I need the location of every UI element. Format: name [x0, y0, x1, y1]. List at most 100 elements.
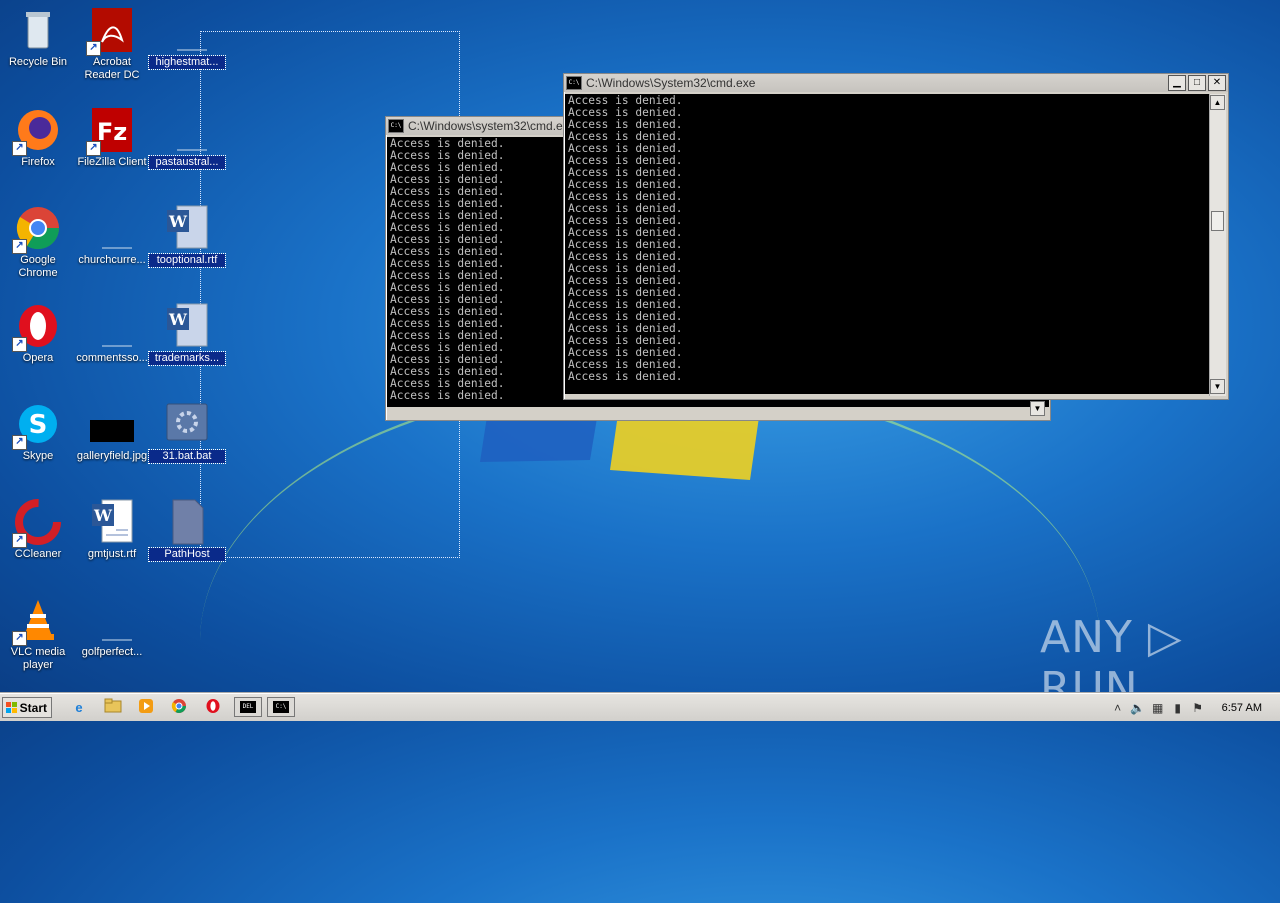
battery-icon[interactable]: ▮: [1168, 701, 1188, 715]
shortcut-arrow-icon: ↗: [12, 337, 27, 352]
volume-icon[interactable]: 🔈: [1128, 701, 1148, 715]
desktop-icon-label: 31.bat.bat: [148, 449, 226, 464]
desktop-icon-label: galleryfield.jpg: [76, 450, 148, 462]
image-thumbnail-icon: [88, 400, 136, 448]
vertical-scrollbar[interactable]: ▲ ▼: [1209, 94, 1226, 396]
start-label: Start: [19, 701, 47, 715]
desktop-icon-trademarks[interactable]: W trademarks...: [148, 302, 226, 366]
firefox-icon: ↗: [12, 106, 62, 156]
blank-file-icon: [163, 106, 211, 154]
shortcut-arrow-icon: ↗: [12, 435, 27, 450]
shortcut-arrow-icon: ↗: [12, 533, 27, 548]
scroll-down-button[interactable]: ▼: [1030, 401, 1045, 416]
windows-flag-icon: [6, 702, 17, 713]
skype-icon: S ↗: [12, 400, 62, 450]
ccleaner-icon: ↗: [12, 498, 62, 548]
filezilla-icon: Fz ↗: [86, 106, 136, 156]
desktop-icon-label: highestmat...: [148, 55, 226, 70]
desktop-icon-label: golfperfect...: [81, 646, 143, 658]
maximize-button[interactable]: □: [1188, 75, 1206, 91]
cmd-icon: C:\: [388, 119, 404, 133]
desktop-icon-firefox[interactable]: ↗ Firefox: [0, 106, 76, 169]
system-tray: ˄ 🔈 ▦ ▮ ⚑ 6:57 AM: [1108, 696, 1280, 719]
scroll-down-button[interactable]: ▼: [1210, 379, 1225, 394]
desktop-icon-chrome[interactable]: ↗ Google Chrome: [0, 204, 76, 280]
desktop-icon-ccleaner[interactable]: ↗ CCleaner: [0, 498, 76, 561]
console-glyph-icon: DEL: [240, 701, 256, 713]
cmd-icon: C:\: [566, 76, 582, 90]
desktop-icon-commentsso[interactable]: commentsso...: [74, 302, 150, 365]
desktop-icon-label: FileZilla Client: [77, 156, 147, 168]
desktop-icon-label: Recycle Bin: [8, 56, 68, 68]
svg-text:W: W: [93, 506, 113, 525]
shortcut-arrow-icon: ↗: [12, 141, 27, 156]
file-icon: [163, 498, 211, 546]
tray-expand-icon[interactable]: ˄: [1108, 701, 1128, 715]
shortcut-arrow-icon: ↗: [12, 631, 27, 646]
action-center-flag-icon[interactable]: ⚑: [1188, 701, 1208, 715]
explorer-icon[interactable]: [102, 698, 124, 717]
window-title: C:\Windows\system32\cmd.exe: [408, 119, 576, 133]
start-button[interactable]: Start: [2, 697, 52, 718]
desktop-icon-label: commentsso...: [76, 352, 148, 364]
minimize-button[interactable]: ▁: [1168, 75, 1186, 91]
word-document-icon: W: [163, 204, 211, 252]
recycle-bin-icon: [14, 6, 62, 54]
ie-icon[interactable]: e: [68, 698, 90, 717]
desktop-icon-filezilla[interactable]: Fz ↗ FileZilla Client: [74, 106, 150, 169]
desktop-icon-label: Firefox: [21, 156, 55, 168]
scrollbar-thumb[interactable]: [1211, 211, 1224, 231]
desktop-icon-31-bat[interactable]: 31.bat.bat: [148, 400, 226, 464]
shortcut-arrow-icon: ↗: [86, 41, 101, 56]
shortcut-arrow-icon: ↗: [86, 141, 101, 156]
opera-icon[interactable]: [202, 698, 224, 717]
desktop-icon-galleryfield[interactable]: galleryfield.jpg: [74, 400, 150, 463]
console-line: Access is denied.: [568, 370, 683, 383]
blank-file-icon: [88, 204, 136, 252]
desktop-icon-acrobat[interactable]: ↗ Acrobat Reader DC: [74, 6, 150, 82]
clock[interactable]: 6:57 AM: [1222, 702, 1262, 714]
blank-file-icon: [88, 302, 136, 350]
chrome-icon[interactable]: [168, 698, 190, 717]
desktop-icon-label: trademarks...: [148, 351, 226, 366]
desktop-icon-label: Acrobat Reader DC: [84, 56, 140, 81]
desktop-icon-label: Opera: [22, 352, 54, 364]
shortcut-arrow-icon: ↗: [12, 239, 27, 254]
desktop-icon-label: churchcurre...: [78, 254, 146, 266]
desktop-icon-churchcurre[interactable]: churchcurre...: [74, 204, 150, 267]
desktop-icon-opera[interactable]: ↗ Opera: [0, 302, 76, 365]
desktop-icon-pastaustral[interactable]: pastaustral...: [148, 106, 226, 170]
chrome-icon: ↗: [12, 204, 62, 254]
desktop-icon-golfperfect[interactable]: golfperfect...: [74, 596, 150, 659]
svg-text:W: W: [168, 212, 188, 231]
desktop-icon-pathhost[interactable]: PathHost: [148, 498, 226, 562]
taskbar-task-cmd[interactable]: C:\: [267, 697, 295, 717]
cmd-window-front[interactable]: C:\ C:\Windows\System32\cmd.exe ▁ □ ✕ Ac…: [563, 73, 1229, 400]
desktop-icon-label: Google Chrome: [18, 254, 58, 279]
acrobat-icon: ↗: [86, 6, 136, 56]
desktop-icon-recycle-bin[interactable]: Recycle Bin: [0, 6, 76, 69]
blank-file-icon: [88, 596, 136, 644]
scroll-up-button[interactable]: ▲: [1210, 95, 1225, 110]
desktop-icon-label: tooptional.rtf: [148, 253, 226, 268]
close-button[interactable]: ✕: [1208, 75, 1226, 91]
window-title: C:\Windows\System32\cmd.exe: [586, 76, 756, 90]
desktop-icon-label: gmtjust.rtf: [87, 548, 137, 560]
desktop-icon-skype[interactable]: S ↗ Skype: [0, 400, 76, 463]
media-player-icon[interactable]: [135, 698, 157, 717]
window-titlebar[interactable]: C:\ C:\Windows\System32\cmd.exe ▁ □ ✕: [564, 74, 1228, 92]
svg-text:Fz: Fz: [97, 118, 127, 146]
taskbar-task-del[interactable]: DEL: [234, 697, 262, 717]
taskbar: Start e DEL C:\ ˄ 🔈 ▦ ▮ ⚑ 6:57 AM: [0, 693, 1280, 721]
batch-file-gear-icon: [163, 400, 211, 448]
svg-text:W: W: [168, 310, 188, 329]
desktop-icon-tooptional[interactable]: W tooptional.rtf: [148, 204, 226, 268]
desktop-icon-highestmat[interactable]: highestmat...: [148, 6, 226, 70]
desktop-icon-label: CCleaner: [14, 548, 62, 560]
network-icon[interactable]: ▦: [1148, 701, 1168, 715]
word-document-icon: W: [163, 302, 211, 350]
desktop-icon-vlc[interactable]: ↗ VLC media player: [0, 596, 76, 672]
console-output[interactable]: Access is denied. Access is denied. Access…: [565, 94, 1209, 394]
desktop-icon-gmtjust[interactable]: W gmtjust.rtf: [74, 498, 150, 561]
cmd-icon: C:\: [273, 701, 289, 713]
